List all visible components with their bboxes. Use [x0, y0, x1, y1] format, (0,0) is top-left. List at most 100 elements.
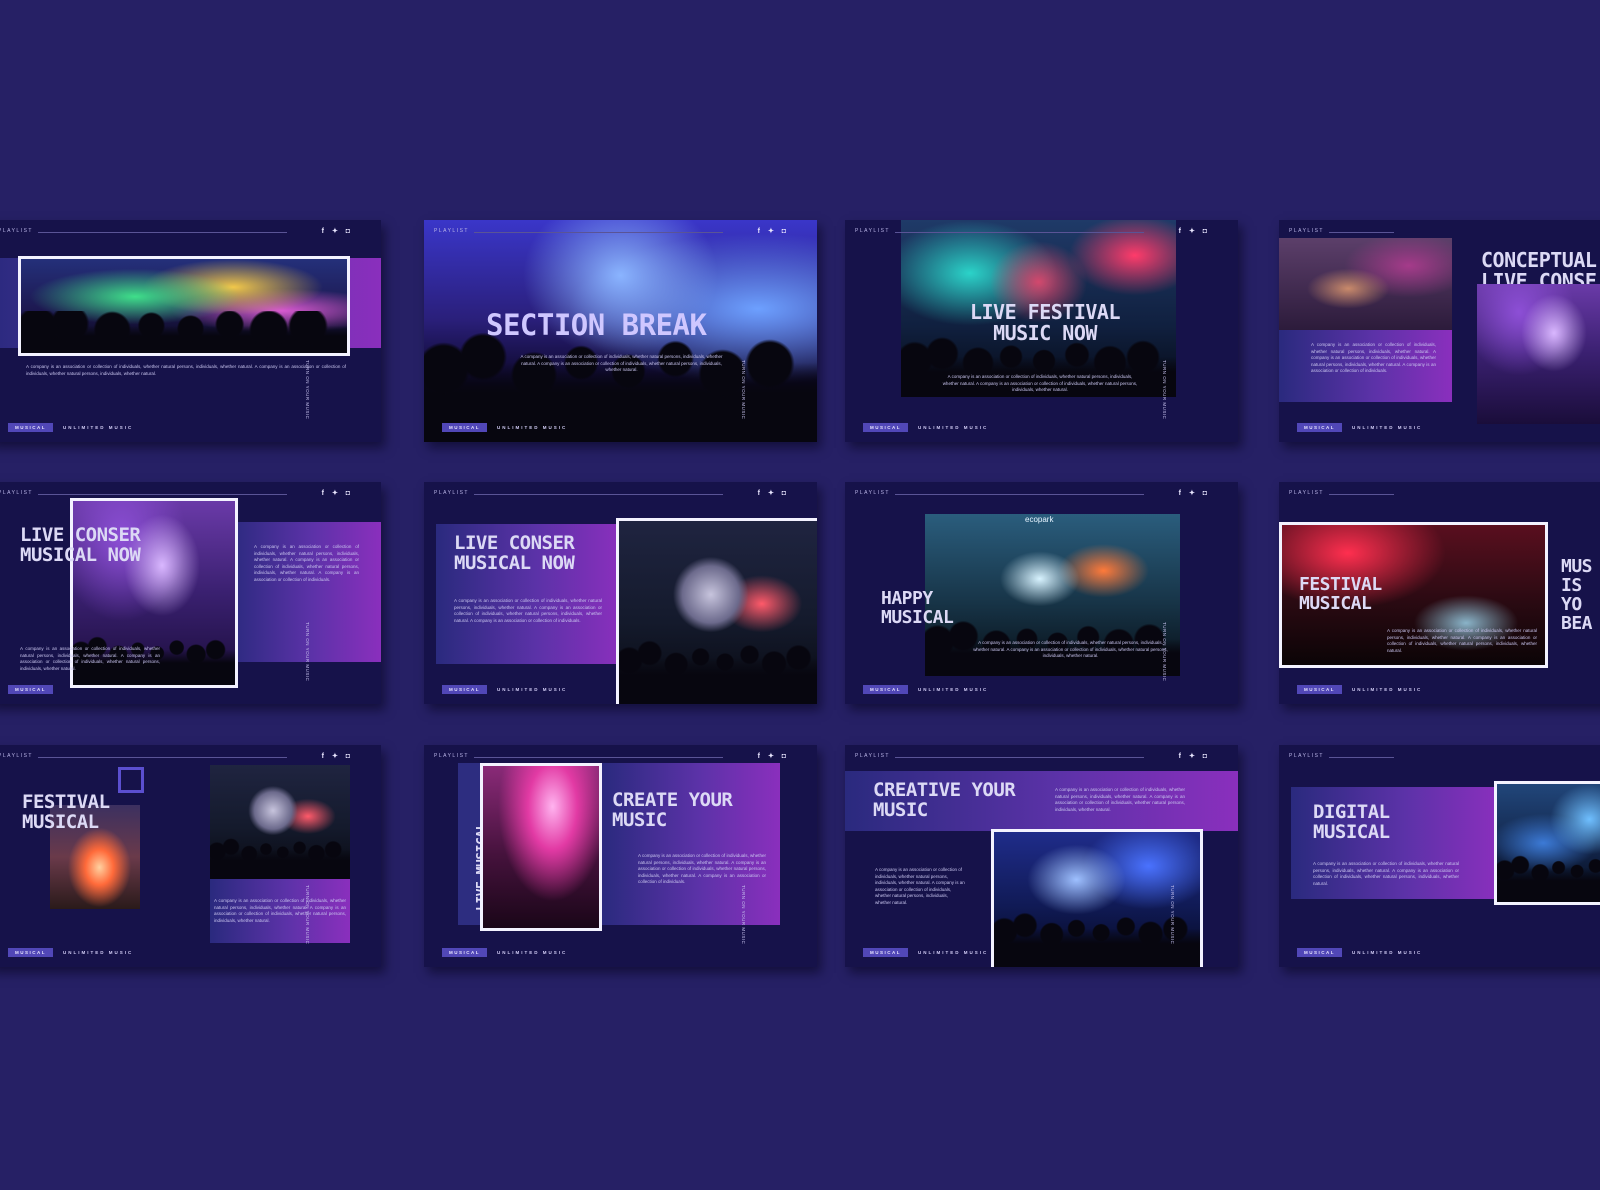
- header-rule: [1329, 232, 1394, 233]
- slide-body-text: A company is an association or collectio…: [26, 364, 346, 376]
- digital-musical-title: DIGITAL MUSICAL: [1313, 801, 1390, 843]
- slide-body-text: A company is an association or collectio…: [638, 853, 766, 885]
- unlimited-label: UNLIMITED MUSIC: [1352, 687, 1423, 693]
- vertical-label: TURN ON YOUR MUSIC: [304, 622, 310, 682]
- musical-tag: MUSICAL: [442, 423, 487, 433]
- unlimited-label: UNLIMITED MUSIC: [63, 950, 134, 956]
- slide-header: PLAYLIST f ✦ ◘: [434, 228, 789, 238]
- happy-musical-title: HAPPY MUSICAL: [881, 588, 954, 628]
- slide-caption-text: A company is an association or collectio…: [20, 646, 160, 671]
- header-rule: [1329, 494, 1394, 495]
- musical-tag: MUSICAL: [863, 948, 908, 958]
- photo-guitarist: [480, 763, 602, 931]
- musical-tag: MUSICAL: [8, 685, 53, 695]
- unlimited-label: UNLIMITED MUSIC: [497, 425, 568, 431]
- slide-body-text: A company is an association or collectio…: [1055, 787, 1185, 812]
- vertical-label: TURN ON YOUR MUSIC: [304, 885, 310, 945]
- playlist-label: PLAYLIST: [434, 228, 469, 234]
- playlist-label: PLAYLIST: [855, 228, 890, 234]
- musical-tag: MUSICAL: [1297, 685, 1342, 695]
- slide-body-text: A company is an association or collectio…: [1387, 628, 1537, 653]
- create-music-title: CREATE YOUR MUSIC: [612, 789, 733, 831]
- header-rule: [38, 494, 287, 495]
- creative-music-title: CREATIVE YOUR MUSIC: [873, 779, 1016, 821]
- musical-tag: MUSICAL: [442, 948, 487, 958]
- musical-tag: MUSICAL: [863, 685, 908, 695]
- slide-6[interactable]: PLAYLIST f ✦ ◘ LIVE CONSER MUSICAL NOW A…: [424, 482, 817, 704]
- social-icons: f ✦ ◘: [1178, 490, 1210, 497]
- slide-header: PLAYLIST: [1289, 490, 1600, 500]
- playlist-label: PLAYLIST: [855, 753, 890, 759]
- slide-5[interactable]: PLAYLIST f ✦ ◘ LIVE CONSER MUSICAL NOW A…: [0, 482, 381, 704]
- photo-singer: [1279, 238, 1452, 330]
- side-title: MUS IS YO BEA: [1561, 556, 1593, 634]
- playlist-label: PLAYLIST: [1289, 490, 1324, 496]
- slide-8[interactable]: PLAYLIST FESTIVAL MUSICAL A company is a…: [1279, 482, 1600, 704]
- slide-footer: MUSICAL UNLIMITED MUSIC: [863, 419, 988, 433]
- slide-11[interactable]: PLAYLIST f ✦ ◘ CREATIVE YOUR MUSIC A com…: [845, 745, 1238, 967]
- festival-musical-title: FESTIVAL MUSICAL: [1299, 574, 1382, 614]
- slide-2[interactable]: PLAYLIST f ✦ ◘ SECTION BREAK A company i…: [424, 220, 817, 442]
- slide-footer: MUSICAL UNLIMITED MUSIC: [863, 944, 989, 958]
- slide-footer: MUSICAL UNLIMITED MUSIC: [863, 681, 988, 695]
- square-outline: [118, 767, 144, 793]
- slide-1[interactable]: PLAYLIST f ✦ ◘ A company is an associati…: [0, 220, 381, 442]
- social-icons: f ✦ ◘: [757, 490, 789, 497]
- header-rule: [895, 232, 1144, 233]
- playlist-label: PLAYLIST: [0, 490, 33, 496]
- playlist-label: PLAYLIST: [1289, 753, 1324, 759]
- vertical-label: TURN ON YOUR MUSIC: [1161, 360, 1167, 420]
- musical-tag: MUSICAL: [863, 423, 908, 433]
- slide-3[interactable]: PLAYLIST f ✦ ◘ LIVE FESTIVAL MUSIC NOW A…: [845, 220, 1238, 442]
- slide-9[interactable]: PLAYLIST f ✦ ◘ FESTIVAL MUSICAL A compan…: [0, 745, 381, 967]
- purple-panel: [602, 763, 780, 925]
- social-icons: f ✦ ◘: [1178, 228, 1210, 235]
- unlimited-label: UNLIMITED MUSIC: [918, 950, 989, 956]
- slide-footer: MUSICAL UNLIMITED MUSIC: [1297, 419, 1422, 433]
- musical-tag: MUSICAL: [442, 685, 487, 695]
- slide-body-text: A company is an association or collectio…: [254, 544, 359, 582]
- slide-body-text: A company is an association or collectio…: [520, 354, 723, 373]
- social-icons: f ✦ ◘: [321, 753, 353, 760]
- playlist-label: PLAYLIST: [855, 490, 890, 496]
- slide-12[interactable]: PLAYLIST DIGITAL MUSICAL A company is an…: [1279, 745, 1600, 967]
- slide-body-text: A company is an association or collectio…: [454, 598, 602, 623]
- musical-tag: MUSICAL: [8, 423, 53, 433]
- slide-10[interactable]: PLAYLIST f ✦ ◘ LIVE MUSICAL CREATE YOUR …: [424, 745, 817, 967]
- live-conser-title: LIVE CONSER MUSICAL NOW: [20, 524, 141, 566]
- slide-footer: MUSICAL UNLIMITED MUSIC: [1297, 681, 1423, 695]
- playlist-label: PLAYLIST: [0, 228, 33, 234]
- slide-7[interactable]: PLAYLIST f ✦ ◘ ecopark HAPPY MUSICAL A c…: [845, 482, 1238, 704]
- social-icons: f ✦ ◘: [1178, 753, 1210, 760]
- photo-guitarist: [1477, 284, 1600, 424]
- slide-footer: MUSICAL UNLIMITED MUSIC: [442, 681, 567, 695]
- slide-4[interactable]: PLAYLIST A company is an association or …: [1279, 220, 1600, 442]
- social-icons: f ✦ ◘: [321, 490, 353, 497]
- vertical-label: TURN ON YOUR MUSIC: [740, 360, 746, 420]
- section-break-title: SECTION BREAK: [486, 308, 707, 342]
- unlimited-label: UNLIMITED MUSIC: [63, 425, 134, 431]
- festival-title: LIVE FESTIVAL MUSIC NOW: [969, 300, 1121, 345]
- stage-sign-text: ecopark: [1025, 515, 1054, 524]
- header-rule: [474, 232, 723, 233]
- musical-tag: MUSICAL: [8, 948, 53, 958]
- social-icons: f ✦ ◘: [757, 753, 789, 760]
- slide-header: PLAYLIST f ✦ ◘: [434, 490, 789, 500]
- slide-footer: MUSICAL UNLIMITED MUSIC: [442, 419, 568, 433]
- photo-globe: [210, 765, 350, 879]
- slide-body-text: A company is an association or collectio…: [942, 374, 1138, 393]
- slide-body-text: A company is an association or collectio…: [1311, 342, 1436, 374]
- slide-body-text: A company is an association or collectio…: [1313, 861, 1459, 886]
- slide-header: PLAYLIST: [1289, 753, 1600, 763]
- slide-footer: MUSICAL UNLIMITED MUSIC: [8, 944, 134, 958]
- musical-tag: MUSICAL: [1297, 423, 1342, 433]
- slide-caption-text: A company is an association or collectio…: [875, 867, 965, 905]
- vertical-label: TURN ON YOUR MUSIC: [1161, 622, 1167, 682]
- slide-footer: MUSICAL: [8, 681, 53, 695]
- playlist-label: PLAYLIST: [1289, 228, 1324, 234]
- slide-header: PLAYLIST f ✦ ◘: [434, 753, 789, 763]
- header-rule: [895, 494, 1144, 495]
- musical-tag: MUSICAL: [1297, 948, 1342, 958]
- slide-header: PLAYLIST: [1289, 228, 1600, 238]
- slide-header: PLAYLIST f ✦ ◘: [0, 753, 353, 763]
